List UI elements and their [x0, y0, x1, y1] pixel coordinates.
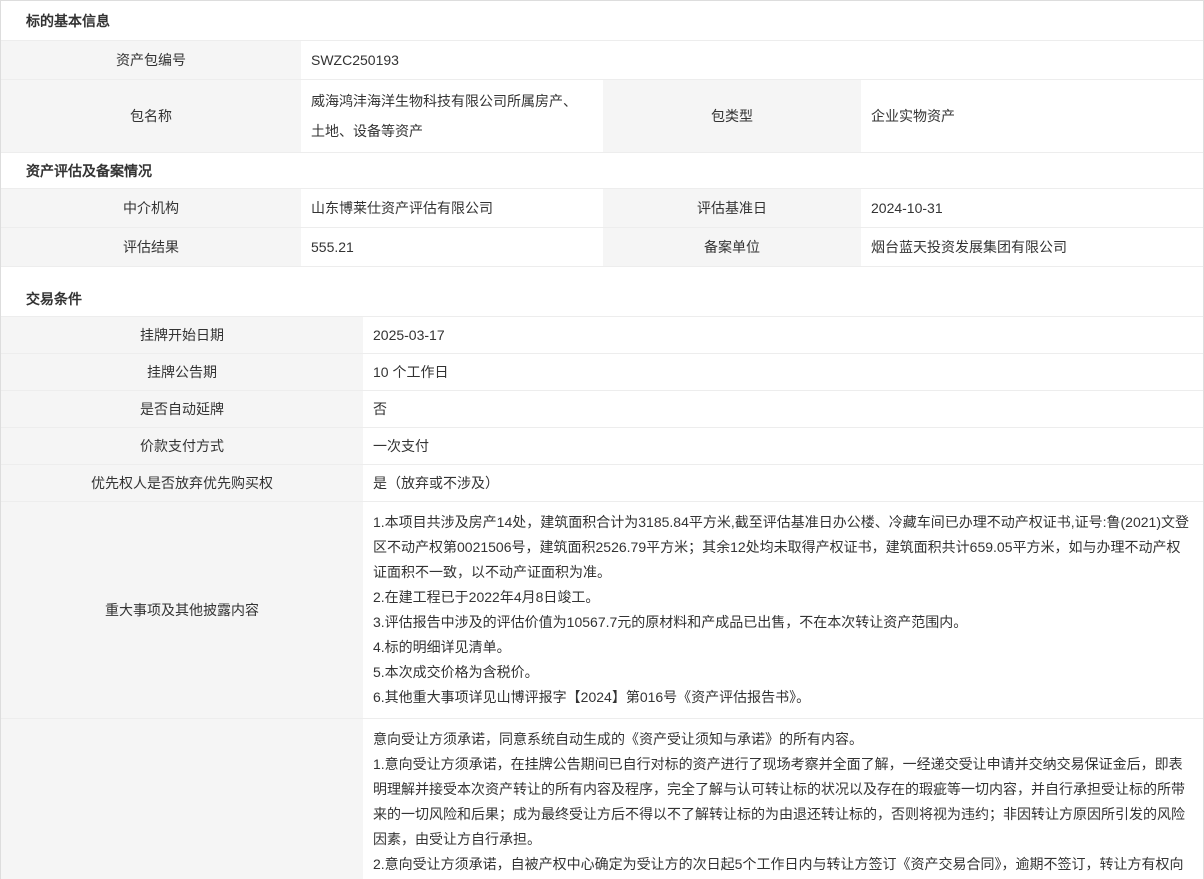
section-transaction-terms: 交易条件 挂牌开始日期 2025-03-17 挂牌公告期 10 个工作日 是否自… — [1, 281, 1203, 879]
value-preemptive-rights-waiver: 是（放弃或不涉及） — [363, 465, 1203, 501]
table-row: 挂牌开始日期 2025-03-17 — [1, 317, 1203, 354]
section-title: 交易条件 — [1, 281, 1203, 317]
table-row: 资产包编号 SWZC250193 — [1, 41, 1203, 80]
disclosure-paragraph: 6.其他重大事项详见山博评报字【2024】第016号《资产评估报告书》。 — [373, 685, 1189, 710]
label-package-type: 包类型 — [603, 80, 861, 152]
label-valuation-result: 评估结果 — [1, 228, 301, 266]
asset-detail-table: 标的基本信息 资产包编号 SWZC250193 包名称 威海鸿沣海洋生物科技有限… — [0, 0, 1204, 879]
label-asset-package-number: 资产包编号 — [1, 41, 301, 79]
value-package-type: 企业实物资产 — [861, 80, 1203, 152]
table-row: 价款支付方式 一次支付 — [1, 428, 1203, 465]
section-valuation-filing: 资产评估及备案情况 中介机构 山东博莱仕资产评估有限公司 评估基准日 2024-… — [1, 153, 1203, 267]
commitment-paragraph: 2.意向受让方须承诺，自被产权中心确定为受让方的次日起5个工作日内与转让方签订《… — [373, 852, 1189, 879]
disclosure-paragraph: 1.本项目共涉及房产14处，建筑面积合计为3185.84平方米,截至评估基准日办… — [373, 510, 1189, 585]
section-title: 资产评估及备案情况 — [1, 153, 1203, 189]
label-auto-extension: 是否自动延牌 — [1, 391, 363, 427]
label-filing-unit: 备案单位 — [603, 228, 861, 266]
value-package-name: 威海鸿沣海洋生物科技有限公司所属房产、土地、设备等资产 — [301, 80, 603, 152]
value-listing-start-date: 2025-03-17 — [363, 317, 1203, 353]
value-asset-package-number: SWZC250193 — [301, 41, 1203, 79]
label-payment-method: 价款支付方式 — [1, 428, 363, 464]
value-filing-unit: 烟台蓝天投资发展集团有限公司 — [861, 228, 1203, 266]
commitment-paragraph: 1.意向受让方须承诺，在挂牌公告期间已自行对标的资产进行了现场考察并全面了解，一… — [373, 752, 1189, 852]
table-row: 包名称 威海鸿沣海洋生物科技有限公司所属房产、土地、设备等资产 包类型 企业实物… — [1, 80, 1203, 153]
value-payment-method: 一次支付 — [363, 428, 1203, 464]
label-package-name: 包名称 — [1, 80, 301, 152]
value-auto-extension: 否 — [363, 391, 1203, 427]
label-transferee-commitments — [1, 719, 363, 879]
table-row: 是否自动延牌 否 — [1, 391, 1203, 428]
value-transferee-commitments: 意向受让方须承诺，同意系统自动生成的《资产受让须知与承诺》的所有内容。 1.意向… — [363, 719, 1203, 879]
table-row: 重大事项及其他披露内容 1.本项目共涉及房产14处，建筑面积合计为3185.84… — [1, 502, 1203, 719]
table-row: 优先权人是否放弃优先购买权 是（放弃或不涉及） — [1, 465, 1203, 502]
disclosure-paragraph: 4.标的明细详见清单。 — [373, 635, 1189, 660]
table-row: 中介机构 山东博莱仕资产评估有限公司 评估基准日 2024-10-31 — [1, 189, 1203, 228]
section-title: 标的基本信息 — [1, 1, 1203, 41]
table-row: 评估结果 555.21 备案单位 烟台蓝天投资发展集团有限公司 — [1, 228, 1203, 267]
label-intermediary-agency: 中介机构 — [1, 189, 301, 227]
label-major-matters-disclosure: 重大事项及其他披露内容 — [1, 502, 363, 718]
value-intermediary-agency: 山东博莱仕资产评估有限公司 — [301, 189, 603, 227]
table-row: 意向受让方须承诺，同意系统自动生成的《资产受让须知与承诺》的所有内容。 1.意向… — [1, 719, 1203, 879]
value-valuation-base-date: 2024-10-31 — [861, 189, 1203, 227]
disclosure-paragraph: 2.在建工程已于2022年4月8日竣工。 — [373, 585, 1189, 610]
value-listing-announcement-period: 10 个工作日 — [363, 354, 1203, 390]
label-preemptive-rights-waiver: 优先权人是否放弃优先购买权 — [1, 465, 363, 501]
value-major-matters-disclosure: 1.本项目共涉及房产14处，建筑面积合计为3185.84平方米,截至评估基准日办… — [363, 502, 1203, 718]
value-valuation-result: 555.21 — [301, 228, 603, 266]
section-basic-info: 标的基本信息 资产包编号 SWZC250193 包名称 威海鸿沣海洋生物科技有限… — [1, 1, 1203, 153]
commitment-paragraph: 意向受让方须承诺，同意系统自动生成的《资产受让须知与承诺》的所有内容。 — [373, 727, 1189, 752]
disclosure-paragraph: 5.本次成交价格为含税价。 — [373, 660, 1189, 685]
disclosure-paragraph: 3.评估报告中涉及的评估价值为10567.7元的原材料和产成品已出售，不在本次转… — [373, 610, 1189, 635]
label-valuation-base-date: 评估基准日 — [603, 189, 861, 227]
label-listing-announcement-period: 挂牌公告期 — [1, 354, 363, 390]
table-row: 挂牌公告期 10 个工作日 — [1, 354, 1203, 391]
label-listing-start-date: 挂牌开始日期 — [1, 317, 363, 353]
